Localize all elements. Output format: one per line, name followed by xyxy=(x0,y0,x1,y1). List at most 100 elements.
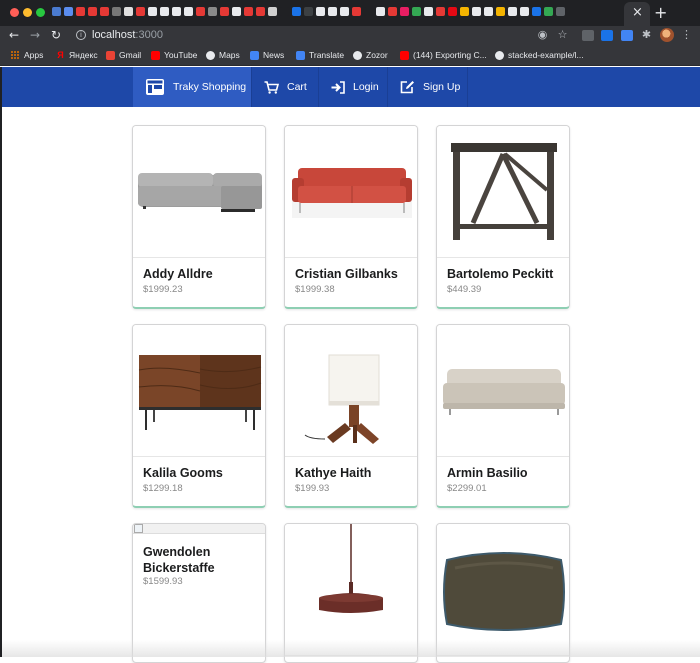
kebab-menu-icon[interactable]: ⋮ xyxy=(680,28,693,41)
tab-favicon-icon[interactable] xyxy=(484,7,493,16)
tab-favicon-icon[interactable] xyxy=(544,7,553,16)
product-card[interactable]: Kathye Haith $199.93 xyxy=(284,324,418,508)
bookmark-translate[interactable]: Translate xyxy=(296,48,344,62)
bookmark-apps[interactable]: Apps xyxy=(11,48,43,62)
globe-icon xyxy=(353,50,362,60)
tab-favicon-icon[interactable] xyxy=(100,7,109,16)
product-image[interactable] xyxy=(285,126,417,258)
bookmark-stacked-example[interactable]: stacked-example/l... xyxy=(495,48,584,62)
product-name[interactable]: Cristian Gilbanks xyxy=(295,266,413,282)
nav-signup[interactable]: Sign Up xyxy=(400,67,460,107)
tab-favicon-icon[interactable] xyxy=(160,7,169,16)
new-tab-button[interactable]: + xyxy=(654,3,667,22)
nav-cart[interactable]: Cart xyxy=(264,67,307,107)
minimize-window-button[interactable] xyxy=(23,8,32,17)
product-card[interactable]: Bartolemo Peckitt $449.39 xyxy=(436,125,570,309)
translate-page-icon[interactable]: ◉ xyxy=(536,28,549,41)
tab-favicon-icon[interactable] xyxy=(448,7,457,16)
bookmark-maps[interactable]: Maps xyxy=(206,48,240,62)
product-image[interactable] xyxy=(437,524,569,656)
nav-brand[interactable]: Traky Shopping xyxy=(133,67,251,107)
tab-favicon-icon[interactable] xyxy=(352,7,361,16)
puzzle-extensions-icon[interactable]: ✱ xyxy=(640,28,653,41)
bookmark-star-icon[interactable]: ☆ xyxy=(556,28,569,41)
product-name[interactable]: Addy Alldre xyxy=(143,266,261,282)
tab-favicon-icon[interactable] xyxy=(376,7,385,16)
tab-favicon-icon[interactable] xyxy=(172,7,181,16)
product-name[interactable]: Bartolemo Peckitt xyxy=(447,266,565,282)
tab-favicon-icon[interactable] xyxy=(88,7,97,16)
bookmark-gmail[interactable]: Gmail xyxy=(106,48,141,62)
tab-favicon-icon[interactable] xyxy=(256,7,265,16)
bookmark-yandex[interactable]: Я Яндекс xyxy=(56,48,97,62)
dark-wood-table-image xyxy=(451,143,557,240)
product-image[interactable] xyxy=(437,325,569,457)
tab-favicon-icon[interactable] xyxy=(388,7,397,16)
tab-favicon-icon[interactable] xyxy=(280,7,289,16)
product-card[interactable]: Armin Basilio $2299.01 xyxy=(436,324,570,508)
product-image[interactable] xyxy=(133,126,265,258)
tab-favicon-icon[interactable] xyxy=(196,7,205,16)
product-card[interactable]: Kalila Gooms $1299.18 xyxy=(132,324,266,508)
tab-favicon-icon[interactable] xyxy=(316,7,325,16)
product-card[interactable]: Addy Alldre $1999.23 xyxy=(132,125,266,309)
bookmark-exporting[interactable]: (144) Exporting C... xyxy=(400,48,487,62)
tab-favicon-icon[interactable] xyxy=(328,7,337,16)
tab-favicon-icon[interactable] xyxy=(496,7,505,16)
forward-arrow-icon[interactable]: → xyxy=(30,28,40,42)
tab-favicon-icon[interactable] xyxy=(64,7,73,16)
bookmark-youtube[interactable]: YouTube xyxy=(151,48,197,62)
product-image[interactable] xyxy=(133,325,265,457)
tab-favicon-icon[interactable] xyxy=(520,7,529,16)
tab-favicon-icon[interactable] xyxy=(76,7,85,16)
product-name[interactable]: Gwendolen Bickerstaffe xyxy=(143,544,261,576)
tab-favicon-icon[interactable] xyxy=(112,7,121,16)
tab-close-icon[interactable]: × xyxy=(632,5,643,20)
tab-favicon-icon[interactable] xyxy=(232,7,241,16)
tab-favicon-icon[interactable] xyxy=(124,7,133,16)
tab-favicon-icon[interactable] xyxy=(148,7,157,16)
tab-favicons[interactable] xyxy=(52,7,565,19)
tab-favicon-icon[interactable] xyxy=(532,7,541,16)
tab-favicon-icon[interactable] xyxy=(460,7,469,16)
tab-favicon-icon[interactable] xyxy=(292,7,301,16)
tab-favicon-icon[interactable] xyxy=(412,7,421,16)
tab-favicon-icon[interactable] xyxy=(244,7,253,16)
tab-favicon-icon[interactable] xyxy=(364,7,373,16)
tab-favicon-icon[interactable] xyxy=(208,7,217,16)
tab-favicon-icon[interactable] xyxy=(340,7,349,16)
tab-favicon-icon[interactable] xyxy=(52,7,61,16)
nav-login[interactable]: Login xyxy=(331,67,379,107)
product-name[interactable]: Kathye Haith xyxy=(295,465,413,481)
bookmark-news[interactable]: News xyxy=(250,48,284,62)
extension-icon[interactable] xyxy=(582,30,594,41)
product-image[interactable] xyxy=(285,524,417,656)
tab-favicon-icon[interactable] xyxy=(400,7,409,16)
tab-favicon-icon[interactable] xyxy=(184,7,193,16)
extension-icon[interactable] xyxy=(621,30,633,41)
profile-avatar[interactable] xyxy=(660,28,674,42)
url-text[interactable]: localhost:3000 xyxy=(92,29,163,41)
product-name[interactable]: Kalila Gooms xyxy=(143,465,261,481)
tab-favicon-icon[interactable] xyxy=(220,7,229,16)
product-card[interactable]: Cristian Gilbanks $1999.38 xyxy=(284,125,418,309)
tab-favicon-icon[interactable] xyxy=(304,7,313,16)
product-name[interactable]: Armin Basilio xyxy=(447,465,565,481)
tab-favicon-icon[interactable] xyxy=(424,7,433,16)
broken-image[interactable] xyxy=(133,524,265,534)
extension-icon[interactable] xyxy=(601,30,613,41)
maximize-window-button[interactable] xyxy=(36,8,45,17)
back-arrow-icon[interactable]: ← xyxy=(9,28,19,42)
reload-icon[interactable]: ↻ xyxy=(51,28,61,42)
tab-favicon-icon[interactable] xyxy=(136,7,145,16)
tab-favicon-icon[interactable] xyxy=(508,7,517,16)
info-icon[interactable]: i xyxy=(76,30,86,40)
tab-favicon-icon[interactable] xyxy=(556,7,565,16)
product-image[interactable] xyxy=(437,126,569,258)
tab-favicon-icon[interactable] xyxy=(472,7,481,16)
tab-favicon-icon[interactable] xyxy=(268,7,277,16)
product-image[interactable] xyxy=(285,325,417,457)
close-window-button[interactable] xyxy=(10,8,19,17)
bookmark-zozor[interactable]: Zozor xyxy=(353,48,388,62)
tab-favicon-icon[interactable] xyxy=(436,7,445,16)
